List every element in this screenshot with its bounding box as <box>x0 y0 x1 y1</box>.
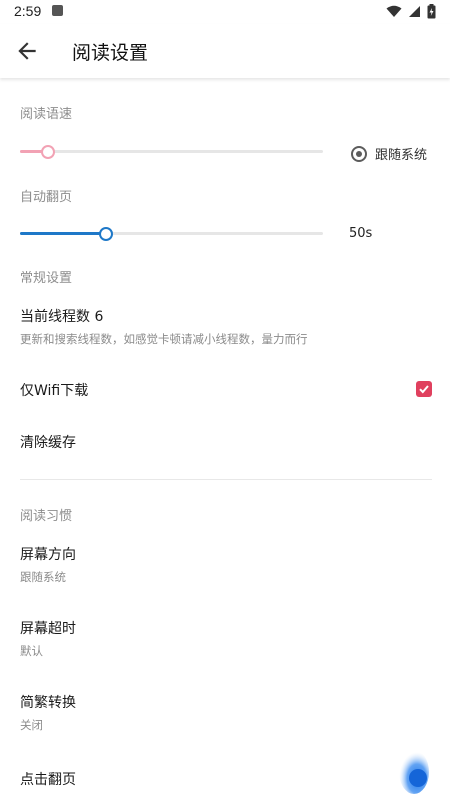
drag-handle-icon <box>399 750 429 794</box>
status-time: 2:59 <box>14 3 42 19</box>
notification-icon <box>52 5 63 16</box>
section-header-read-speed: 阅读语速 <box>20 107 73 122</box>
screen-timeout-title: 屏幕超时 <box>20 621 76 637</box>
status-bar: 2:59 <box>0 0 450 24</box>
slider-fill <box>20 232 105 235</box>
slider-thumb[interactable] <box>41 145 55 159</box>
page-title: 阅读设置 <box>72 42 149 64</box>
click-page-turn-preference[interactable]: 点击翻页 <box>0 760 450 800</box>
wifi-only-title: 仅Wifi下载 <box>20 383 89 399</box>
app-bar: 阅读设置 <box>0 24 450 78</box>
click-page-turn-title: 点击翻页 <box>20 772 76 788</box>
slider-track <box>20 150 323 153</box>
threads-title: 当前线程数 6 <box>20 309 104 325</box>
section-divider <box>20 479 432 480</box>
check-icon <box>419 385 429 394</box>
chinese-conversion-preference[interactable]: 简繁转换 关闭 <box>0 684 450 740</box>
read-speed-slider[interactable] <box>20 144 323 159</box>
section-header-general: 常规设置 <box>20 271 73 286</box>
status-icons <box>386 4 436 19</box>
clear-cache-title: 清除缓存 <box>20 435 76 451</box>
threads-preference[interactable]: 当前线程数 6 更新和搜索线程数，如感觉卡顿请减小线程数，量力而行 <box>0 300 450 356</box>
wifi-only-preference[interactable]: 仅Wifi下载 <box>0 366 450 412</box>
screen-timeout-summary: 默认 <box>20 644 43 658</box>
follow-system-radio[interactable]: 跟随系统 <box>351 144 427 163</box>
radio-selected-icon <box>351 145 367 162</box>
back-button[interactable] <box>14 38 40 64</box>
floating-drag-handle[interactable] <box>394 742 430 794</box>
wifi-icon <box>386 5 402 17</box>
signal-icon <box>409 6 420 17</box>
battery-icon <box>427 4 436 19</box>
auto-page-slider[interactable] <box>20 226 323 241</box>
section-header-habits: 阅读习惯 <box>20 509 73 524</box>
chinese-conversion-summary: 关闭 <box>20 718 43 732</box>
screen-orientation-preference[interactable]: 屏幕方向 跟随系统 <box>0 536 450 592</box>
follow-system-label: 跟随系统 <box>375 148 428 163</box>
screen-orientation-summary: 跟随系统 <box>20 570 66 584</box>
section-header-auto-page: 自动翻页 <box>20 190 73 205</box>
chinese-conversion-title: 简繁转换 <box>20 695 76 711</box>
screen-orientation-title: 屏幕方向 <box>20 547 76 563</box>
slider-thumb[interactable] <box>99 227 113 241</box>
wifi-only-checkbox[interactable] <box>416 381 432 397</box>
arrow-back-icon <box>18 42 36 60</box>
auto-page-value: 50s <box>349 226 373 241</box>
clear-cache-preference[interactable]: 清除缓存 <box>0 420 450 464</box>
screen-timeout-preference[interactable]: 屏幕超时 默认 <box>0 610 450 666</box>
threads-summary: 更新和搜索线程数，如感觉卡顿请减小线程数，量力而行 <box>20 332 308 346</box>
